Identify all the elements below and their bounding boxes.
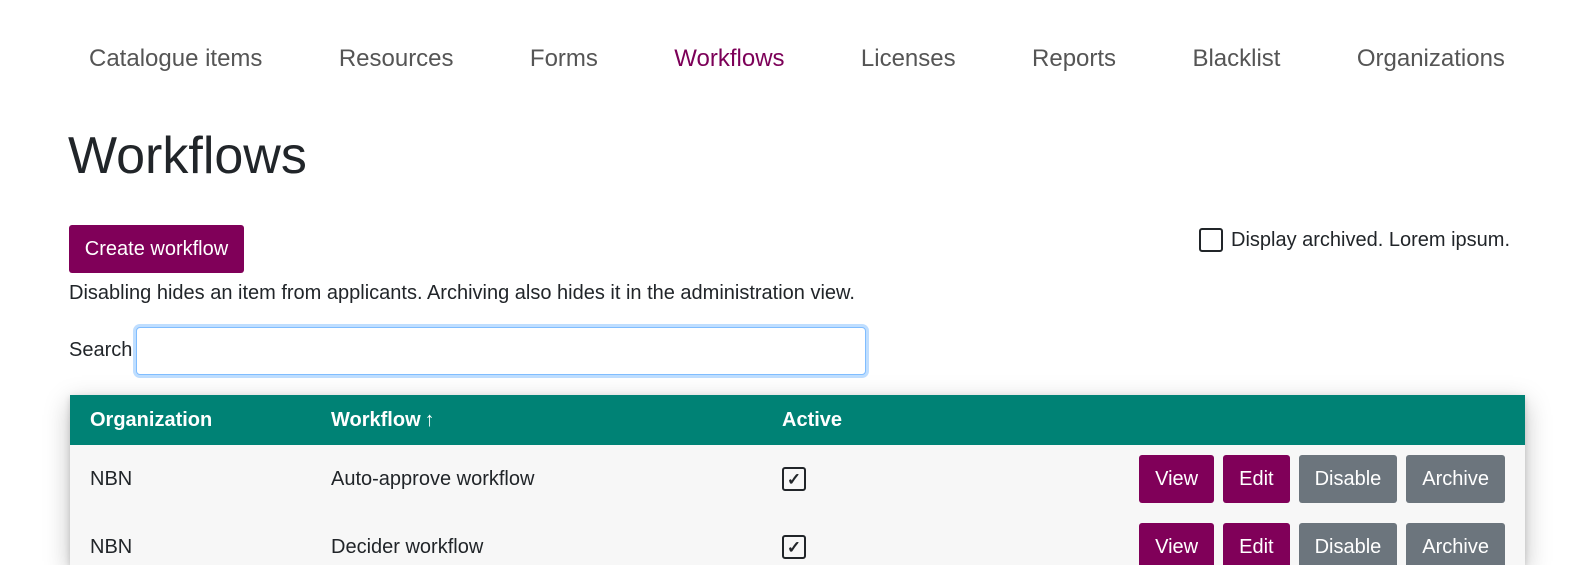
display-archived-checkbox[interactable] [1199,228,1223,252]
column-header-workflow[interactable]: Workflow ↑ [331,409,435,432]
archive-button[interactable]: Archive [1406,455,1505,503]
cell-active: ✓ [782,535,806,559]
admin-nav: Catalogue items Resources Forms Workflow… [89,40,1505,78]
workflows-table: Organization Workflow ↑ Active NBN Auto-a… [70,395,1525,565]
row-actions: View Edit Disable Archive [1130,455,1505,503]
table-row: NBN Auto-approve workflow ✓ View Edit Di… [70,445,1525,513]
cell-workflow: Decider workflow [331,536,484,558]
search-input[interactable] [136,327,866,375]
view-button[interactable]: View [1139,455,1215,503]
create-workflow-button[interactable]: Create workflow [69,225,244,273]
help-text: Disabling hides an item from applicants.… [69,282,855,304]
checked-checkbox-icon: ✓ [782,535,806,559]
row-actions: View Edit Disable Archive [1130,523,1505,565]
checked-checkbox-icon: ✓ [782,467,806,491]
page-title: Workflows [68,127,307,185]
display-archived-label: Display archived. Lorem ipsum. [1231,228,1510,251]
search-label: Search [69,339,133,361]
nav-workflows[interactable]: Workflows [674,45,784,73]
edit-button[interactable]: Edit [1223,455,1290,503]
sort-ascending-icon: ↑ [424,409,435,431]
disable-button[interactable]: Disable [1298,523,1398,565]
view-button[interactable]: View [1139,523,1215,565]
table-row: NBN Decider workflow ✓ View Edit Disable… [70,513,1525,565]
cell-organization: NBN [90,536,133,558]
archive-button[interactable]: Archive [1406,523,1505,565]
disable-button[interactable]: Disable [1298,455,1398,503]
display-archived-toggle[interactable]: Display archived. Lorem ipsum. [1199,228,1510,252]
column-header-organization[interactable]: Organization [90,409,212,432]
cell-active: ✓ [782,467,806,491]
column-header-workflow-label: Workflow [331,409,421,431]
cell-organization: NBN [90,468,133,490]
edit-button[interactable]: Edit [1223,523,1290,565]
nav-forms[interactable]: Forms [530,45,598,73]
cell-workflow: Auto-approve workflow [331,468,535,490]
nav-resources[interactable]: Resources [339,45,454,73]
nav-licenses[interactable]: Licenses [861,45,956,73]
nav-blacklist[interactable]: Blacklist [1192,45,1280,73]
nav-catalogue-items[interactable]: Catalogue items [89,45,262,73]
nav-reports[interactable]: Reports [1032,45,1116,73]
column-header-active[interactable]: Active [782,409,842,432]
nav-organizations[interactable]: Organizations [1357,45,1505,73]
table-header: Organization Workflow ↑ Active [70,395,1525,445]
